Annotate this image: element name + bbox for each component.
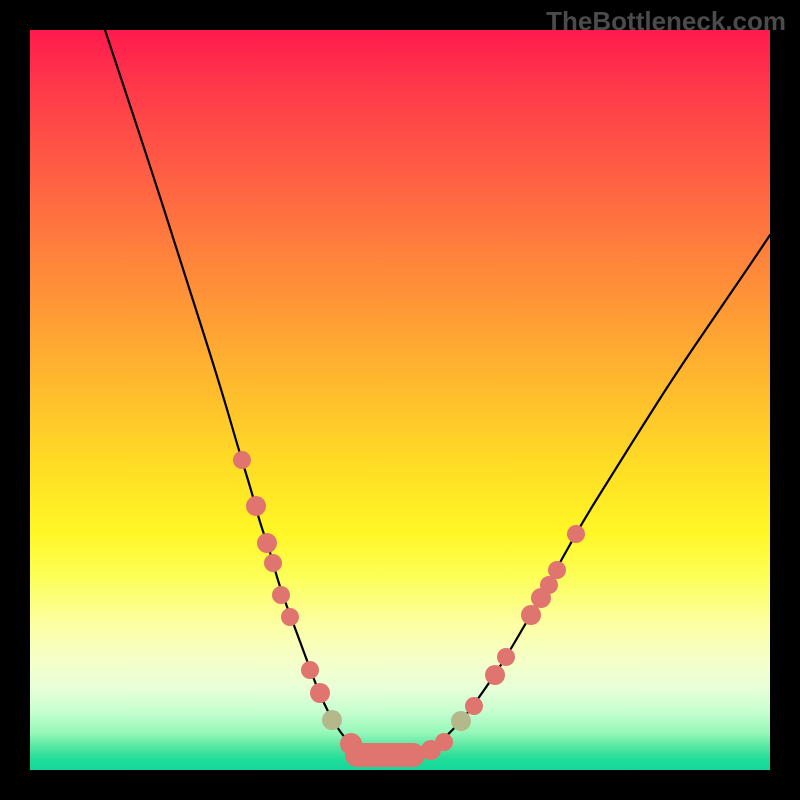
data-dot [451,711,471,731]
chart-plot-area [30,30,770,770]
data-dot [257,533,277,553]
data-dot [485,665,505,685]
data-dot [246,496,266,516]
chart-svg [30,30,770,770]
data-dot [264,554,282,572]
data-dot [521,605,541,625]
data-dot [322,710,342,730]
data-dot [435,733,453,751]
data-dot [465,697,483,715]
data-dot [310,683,330,703]
data-dot [548,561,566,579]
bottleneck-curve [105,30,770,761]
data-dot [567,525,585,543]
data-dot [301,661,319,679]
data-dot [340,733,362,755]
data-dot [272,586,290,604]
data-dot [233,451,251,469]
data-dot [281,608,299,626]
data-dot [497,648,515,666]
